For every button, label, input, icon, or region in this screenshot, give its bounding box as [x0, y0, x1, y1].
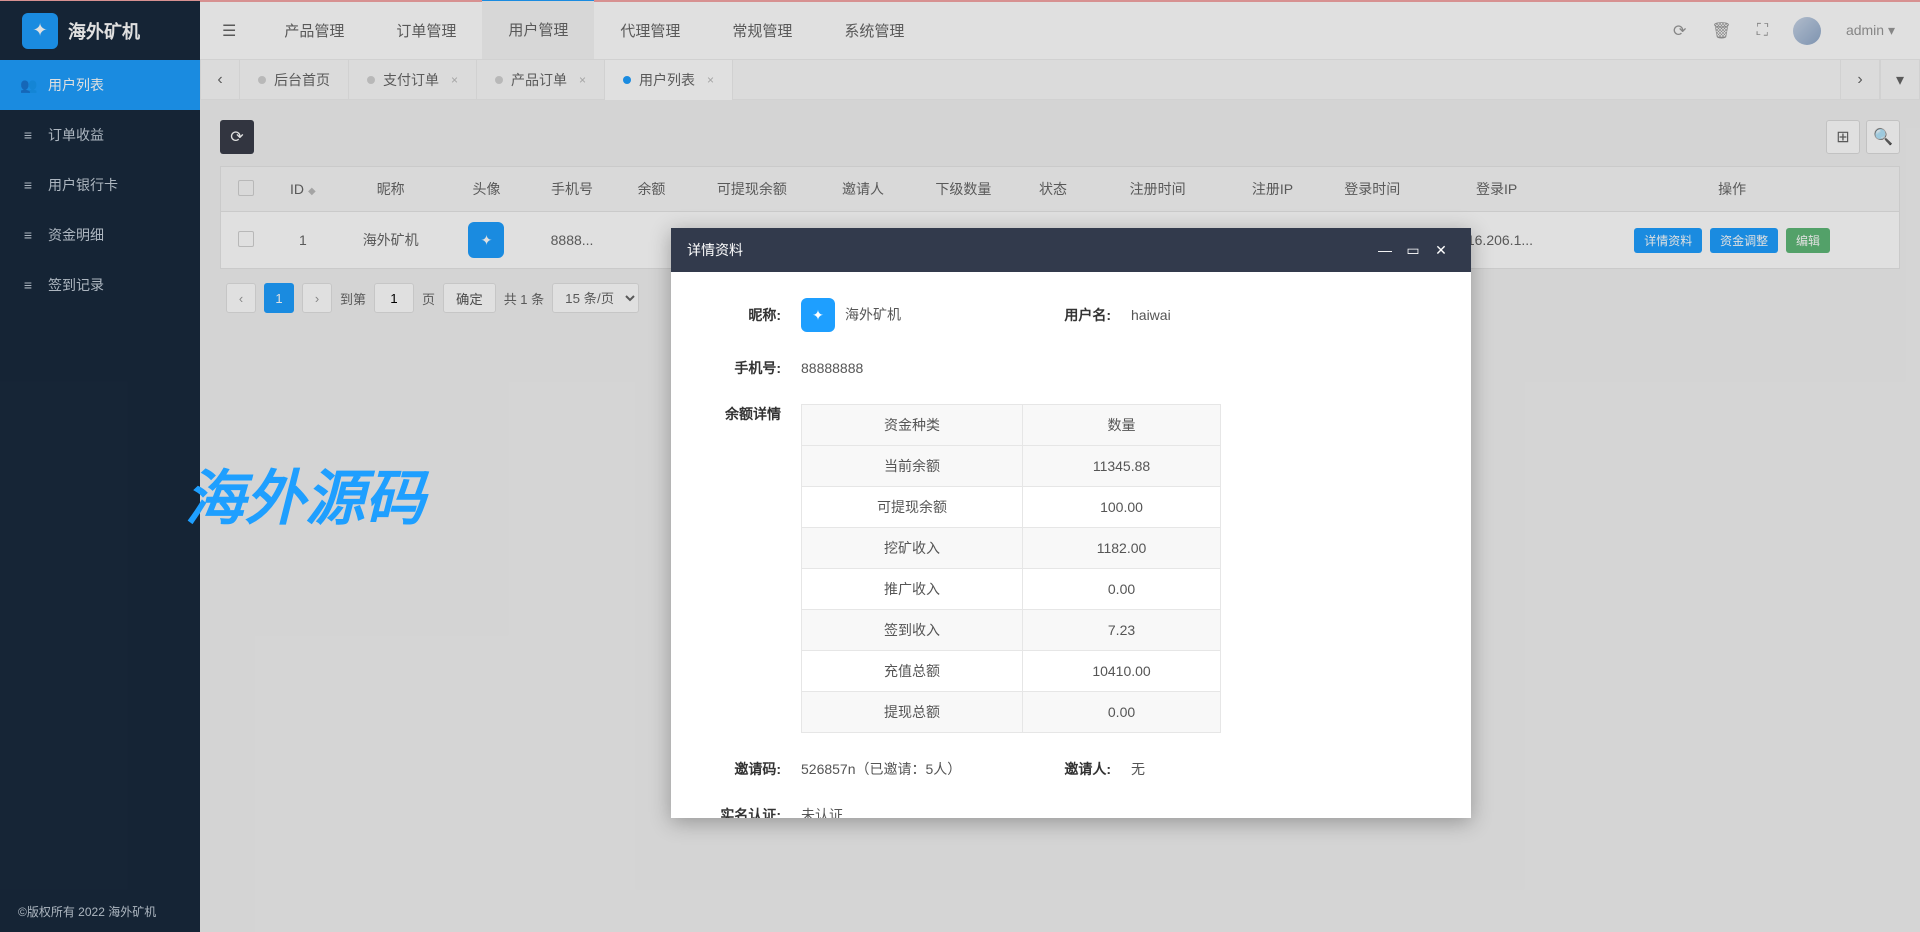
value-inviter: 无	[1131, 759, 1145, 779]
balance-row: 签到收入7.23	[802, 610, 1221, 651]
bal-header-type: 资金种类	[802, 405, 1023, 446]
modal-body: 昵称: ✦海外矿机 用户名: haiwai 手机号: 88888888 余额详情…	[671, 272, 1471, 818]
label-inviter: 邀请人:	[1035, 759, 1111, 779]
value-invite: 526857n（已邀请：5人）	[801, 759, 961, 779]
modal-title: 详情资料	[687, 240, 743, 260]
balance-amount: 7.23	[1023, 610, 1221, 651]
balance-amount: 1182.00	[1023, 528, 1221, 569]
modal-head: 详情资料 — ▭ ✕	[671, 228, 1471, 272]
user-avatar-icon: ✦	[801, 298, 835, 332]
label-nick: 昵称:	[705, 305, 781, 325]
balance-row: 可提现余额100.00	[802, 487, 1221, 528]
balance-type: 提现总额	[802, 692, 1023, 733]
label-balance: 余额详情	[705, 404, 781, 424]
balance-amount: 0.00	[1023, 692, 1221, 733]
minimize-icon[interactable]: —	[1371, 242, 1399, 258]
balance-type: 当前余额	[802, 446, 1023, 487]
label-verify: 实名认证:	[705, 805, 781, 818]
balance-row: 当前余额11345.88	[802, 446, 1221, 487]
value-phone: 88888888	[801, 360, 863, 376]
detail-modal: 详情资料 — ▭ ✕ 昵称: ✦海外矿机 用户名: haiwai 手机号: 88…	[671, 228, 1471, 818]
label-invite: 邀请码:	[705, 759, 781, 779]
value-username: haiwai	[1131, 307, 1171, 323]
balance-type: 可提现余额	[802, 487, 1023, 528]
label-phone: 手机号:	[705, 358, 781, 378]
balance-type: 推广收入	[802, 569, 1023, 610]
balance-row: 提现总额0.00	[802, 692, 1221, 733]
balance-type: 签到收入	[802, 610, 1023, 651]
balance-amount: 10410.00	[1023, 651, 1221, 692]
label-username: 用户名:	[1035, 305, 1111, 325]
bal-header-amount: 数量	[1023, 405, 1221, 446]
balance-amount: 100.00	[1023, 487, 1221, 528]
maximize-icon[interactable]: ▭	[1399, 242, 1427, 259]
balance-type: 挖矿收入	[802, 528, 1023, 569]
value-nick: ✦海外矿机	[801, 298, 901, 332]
close-icon[interactable]: ✕	[1427, 242, 1455, 259]
balance-type: 充值总额	[802, 651, 1023, 692]
balance-row: 充值总额10410.00	[802, 651, 1221, 692]
balance-row: 推广收入0.00	[802, 569, 1221, 610]
balance-amount: 0.00	[1023, 569, 1221, 610]
balance-table: 资金种类 数量 当前余额11345.88可提现余额100.00挖矿收入1182.…	[801, 404, 1221, 733]
value-verify: 未认证	[801, 805, 843, 818]
balance-row: 挖矿收入1182.00	[802, 528, 1221, 569]
balance-amount: 11345.88	[1023, 446, 1221, 487]
